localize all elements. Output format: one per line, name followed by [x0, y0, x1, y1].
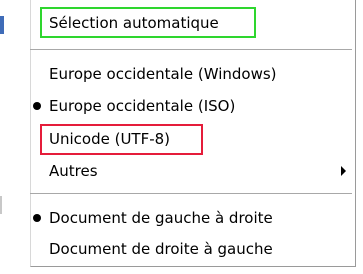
menu-item-label: Autres [49, 162, 98, 180]
menu-item-label: Europe occidentale (Windows) [49, 65, 277, 83]
menu-separator [30, 193, 352, 194]
menu-item-label: Document de droite à gauche [49, 240, 273, 258]
submenu-arrow-icon [341, 166, 346, 176]
selected-bullet-icon [33, 214, 41, 222]
menu-item-others[interactable]: Autres [30, 159, 354, 183]
window-edge [0, 196, 2, 214]
menu-item-label: Document de gauche à droite [49, 209, 273, 227]
menu-separator [30, 49, 352, 50]
encoding-context-menu: Sélection automatique Europe occidentale… [0, 0, 363, 274]
selected-bullet-icon [33, 102, 41, 110]
highlight-box-red [40, 124, 203, 155]
menu-item-label: Europe occidentale (ISO) [49, 97, 236, 115]
menu-item-right-to-left[interactable]: Document de droite à gauche [30, 237, 354, 261]
menu-item-western-windows[interactable]: Europe occidentale (Windows) [30, 62, 354, 86]
menu-item-left-to-right[interactable]: Document de gauche à droite [30, 206, 354, 230]
highlight-box-green [40, 7, 256, 38]
menu-item-western-iso[interactable]: Europe occidentale (ISO) [30, 94, 354, 118]
window-edge-accent [0, 16, 4, 34]
